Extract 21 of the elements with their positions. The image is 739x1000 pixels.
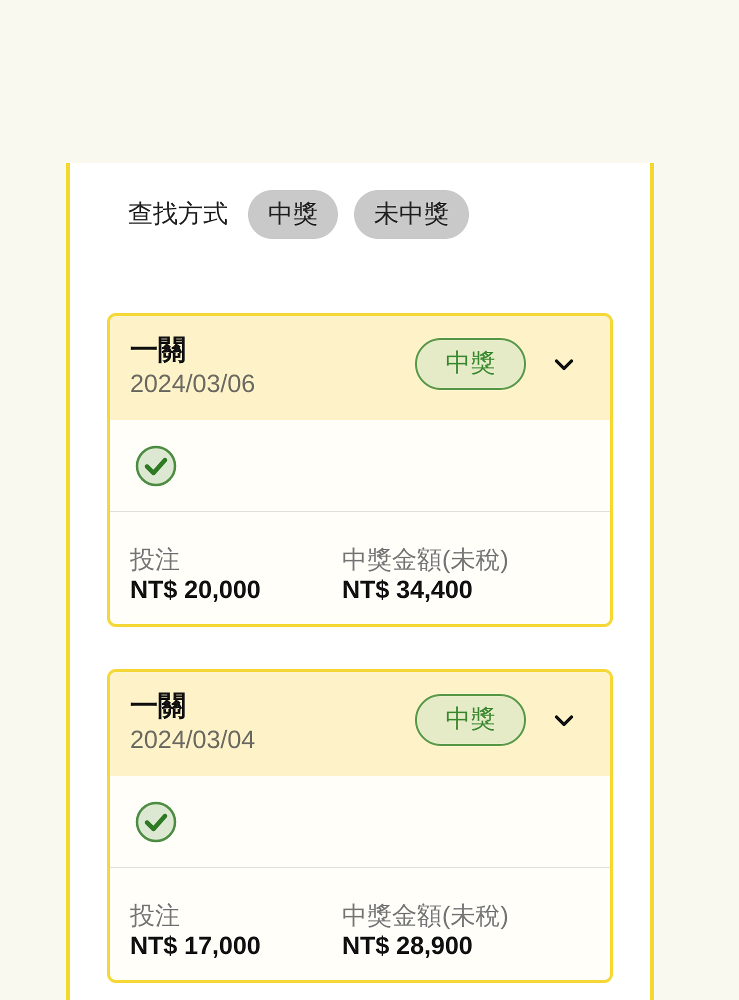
stake-label: 投注	[130, 545, 181, 575]
filter-chip[interactable]: 未中獎	[354, 190, 469, 239]
chevron-down-icon[interactable]	[554, 714, 574, 728]
payout-label: 中獎金額(未稅)	[342, 901, 510, 931]
status-badge: 中獎	[415, 694, 526, 746]
record-title: 一關	[130, 690, 187, 722]
payout-amount: NT$ 34,400	[342, 575, 474, 605]
filter-label: 查找方式	[128, 198, 228, 230]
record-date: 2024/03/06	[130, 369, 256, 399]
status-badge: 中獎	[415, 338, 526, 390]
payout-label: 中獎金額(未稅)	[342, 545, 510, 575]
check-circle-icon	[135, 444, 177, 486]
stake-amount: NT$ 20,000	[130, 575, 262, 605]
stake-amount: NT$ 17,000	[130, 931, 262, 961]
record-title: 一關	[130, 334, 187, 366]
stake-label: 投注	[130, 901, 181, 931]
record-date: 2024/03/04	[130, 725, 256, 755]
chevron-down-icon[interactable]	[554, 358, 574, 372]
filter-chip[interactable]: 中獎	[248, 190, 338, 239]
payout-amount: NT$ 28,900	[342, 931, 474, 961]
check-circle-icon	[135, 800, 177, 842]
